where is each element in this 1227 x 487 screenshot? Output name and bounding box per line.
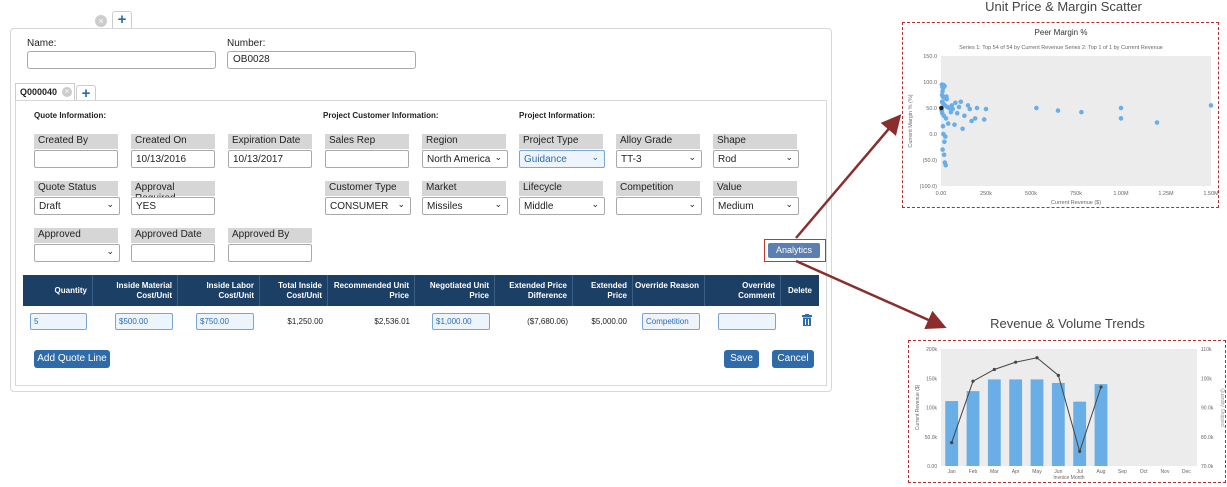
revenue-bar (1030, 379, 1044, 466)
scatter-point (983, 106, 989, 112)
arrow-to-scatter (795, 114, 902, 239)
trends-y-tick: 0.00 (927, 464, 937, 470)
scatter-point (953, 100, 958, 106)
scatter-point (950, 106, 955, 112)
scatter-point (969, 118, 974, 124)
scatter-point (945, 121, 951, 126)
volume-point (950, 441, 954, 445)
revenue-bar (945, 401, 959, 466)
trends-chart-box: 200k 150k 100k 50.0k 0.00 110k 100k 90.0k 80.0k 7… (908, 340, 1226, 483)
trends-x-tick: Aug (1097, 469, 1106, 475)
volume-point (971, 379, 975, 383)
trends-y-tick: 200k (926, 347, 937, 353)
scatter-point (952, 122, 957, 127)
scatter-point (956, 104, 962, 110)
scatter-point (939, 99, 945, 105)
trends-y-tick: 50.0k (925, 435, 938, 441)
trends-x-tick: Dec (1182, 469, 1191, 475)
scatter-x-tick: 1.50M (1203, 191, 1219, 197)
scatter-point (1034, 105, 1039, 111)
trends-chart: 200k 150k 100k 50.0k 0.00 110k 100k 90.0k 80.0k 7… (915, 347, 1225, 481)
scatter-chart: Peer Margin % Series 1: Top 54 of 54 by C… (908, 28, 1219, 206)
revenue-bar (1094, 384, 1108, 466)
trends-x-label: Invoice Month (1053, 475, 1084, 481)
trends-y2-tick: 70.0k (1201, 464, 1214, 470)
scatter-y-tick: (100.0) (920, 184, 938, 190)
scatter-x-tick: 1.00M (1113, 191, 1129, 197)
trends-plot-area (941, 349, 1197, 466)
scatter-point (943, 134, 948, 139)
scatter-point (942, 83, 947, 89)
volume-point (1078, 449, 1082, 453)
trends-x-tick: Feb (969, 469, 978, 475)
scatter-chart-box: Peer Margin % Series 1: Top 54 of 54 by C… (902, 22, 1219, 208)
scatter-point (1154, 120, 1160, 125)
scatter-subtitle: Series 1: Top 54 of 54 by Current Revenu… (959, 45, 1163, 51)
trends-x-tick: Mar (990, 469, 999, 475)
trends-heading: Revenue & Volume Trends (990, 316, 1145, 331)
scatter-point (941, 152, 947, 158)
scatter-title: Peer Margin % (1035, 28, 1088, 37)
trends-y2-tick: 80.0k (1201, 435, 1214, 441)
scatter-point (943, 162, 948, 168)
scatter-x-tick: 250k (980, 191, 992, 197)
revenue-bar (987, 379, 1001, 466)
scatter-point (943, 116, 949, 121)
scatter-y-tick: (50.0) (923, 158, 938, 164)
scatter-point (942, 139, 947, 145)
trends-x-tick: Oct (1140, 469, 1148, 475)
scatter-x-tick: 500k (1025, 191, 1037, 197)
trends-x-tick: Sep (1118, 469, 1127, 475)
scatter-point (1208, 103, 1214, 108)
trends-y-tick: 150k (926, 376, 937, 382)
scatter-heading: Unit Price & Margin Scatter (985, 0, 1142, 14)
scatter-y-tick: 100.0 (923, 80, 937, 86)
scatter-point (940, 89, 945, 94)
scatter-x-tick: 0.00 (936, 191, 947, 197)
volume-point (992, 367, 996, 372)
scatter-point (967, 106, 973, 112)
scatter-point (958, 99, 964, 105)
scatter-plot-area (941, 56, 1211, 186)
trends-x-tick: Nov (1161, 469, 1170, 475)
trends-y-label: Current Revenue ($) (915, 384, 921, 430)
trends-y2-label: Quantity Shipped (1219, 388, 1225, 427)
volume-point (1035, 356, 1039, 360)
scatter-point (1079, 109, 1084, 115)
trends-y2-tick: 100k (1201, 376, 1212, 382)
scatter-point (1118, 105, 1124, 111)
trends-y-tick: 100k (926, 406, 937, 412)
scatter-point (962, 113, 967, 119)
scatter-x-tick: 1.25M (1158, 191, 1174, 197)
volume-point (1056, 373, 1060, 377)
scatter-point (1118, 116, 1124, 121)
scatter-y-tick: 150.0 (923, 54, 937, 60)
revenue-bar (1009, 379, 1023, 466)
scatter-y-tick: 0.0 (929, 132, 937, 138)
scatter-x-label: Current Revenue ($) (1051, 200, 1101, 206)
scatter-point (940, 147, 945, 152)
scatter-y-tick: 50.0 (926, 106, 937, 112)
scatter-point (974, 105, 980, 111)
volume-point (1014, 360, 1018, 364)
scatter-point (944, 96, 950, 102)
trends-y2-tick: 110k (1201, 347, 1212, 353)
revenue-bar (966, 391, 980, 466)
scatter-point (940, 123, 946, 129)
scatter-x-tick: 750k (1070, 191, 1082, 197)
trends-x-tick: May (1032, 469, 1042, 475)
trends-y2-tick: 90.0k (1201, 406, 1214, 412)
scatter-point (960, 126, 965, 132)
scatter-point (954, 110, 960, 116)
scatter-y-label: Current Margin % (%) (908, 94, 914, 147)
trends-x-tick: Jan (948, 469, 956, 475)
scatter-point-series-2 (939, 105, 944, 111)
scatter-point (1055, 108, 1061, 113)
volume-point (1099, 385, 1103, 389)
scatter-point (981, 117, 987, 122)
trends-x-tick: Apr (1012, 469, 1020, 475)
revenue-bar (1051, 382, 1065, 466)
